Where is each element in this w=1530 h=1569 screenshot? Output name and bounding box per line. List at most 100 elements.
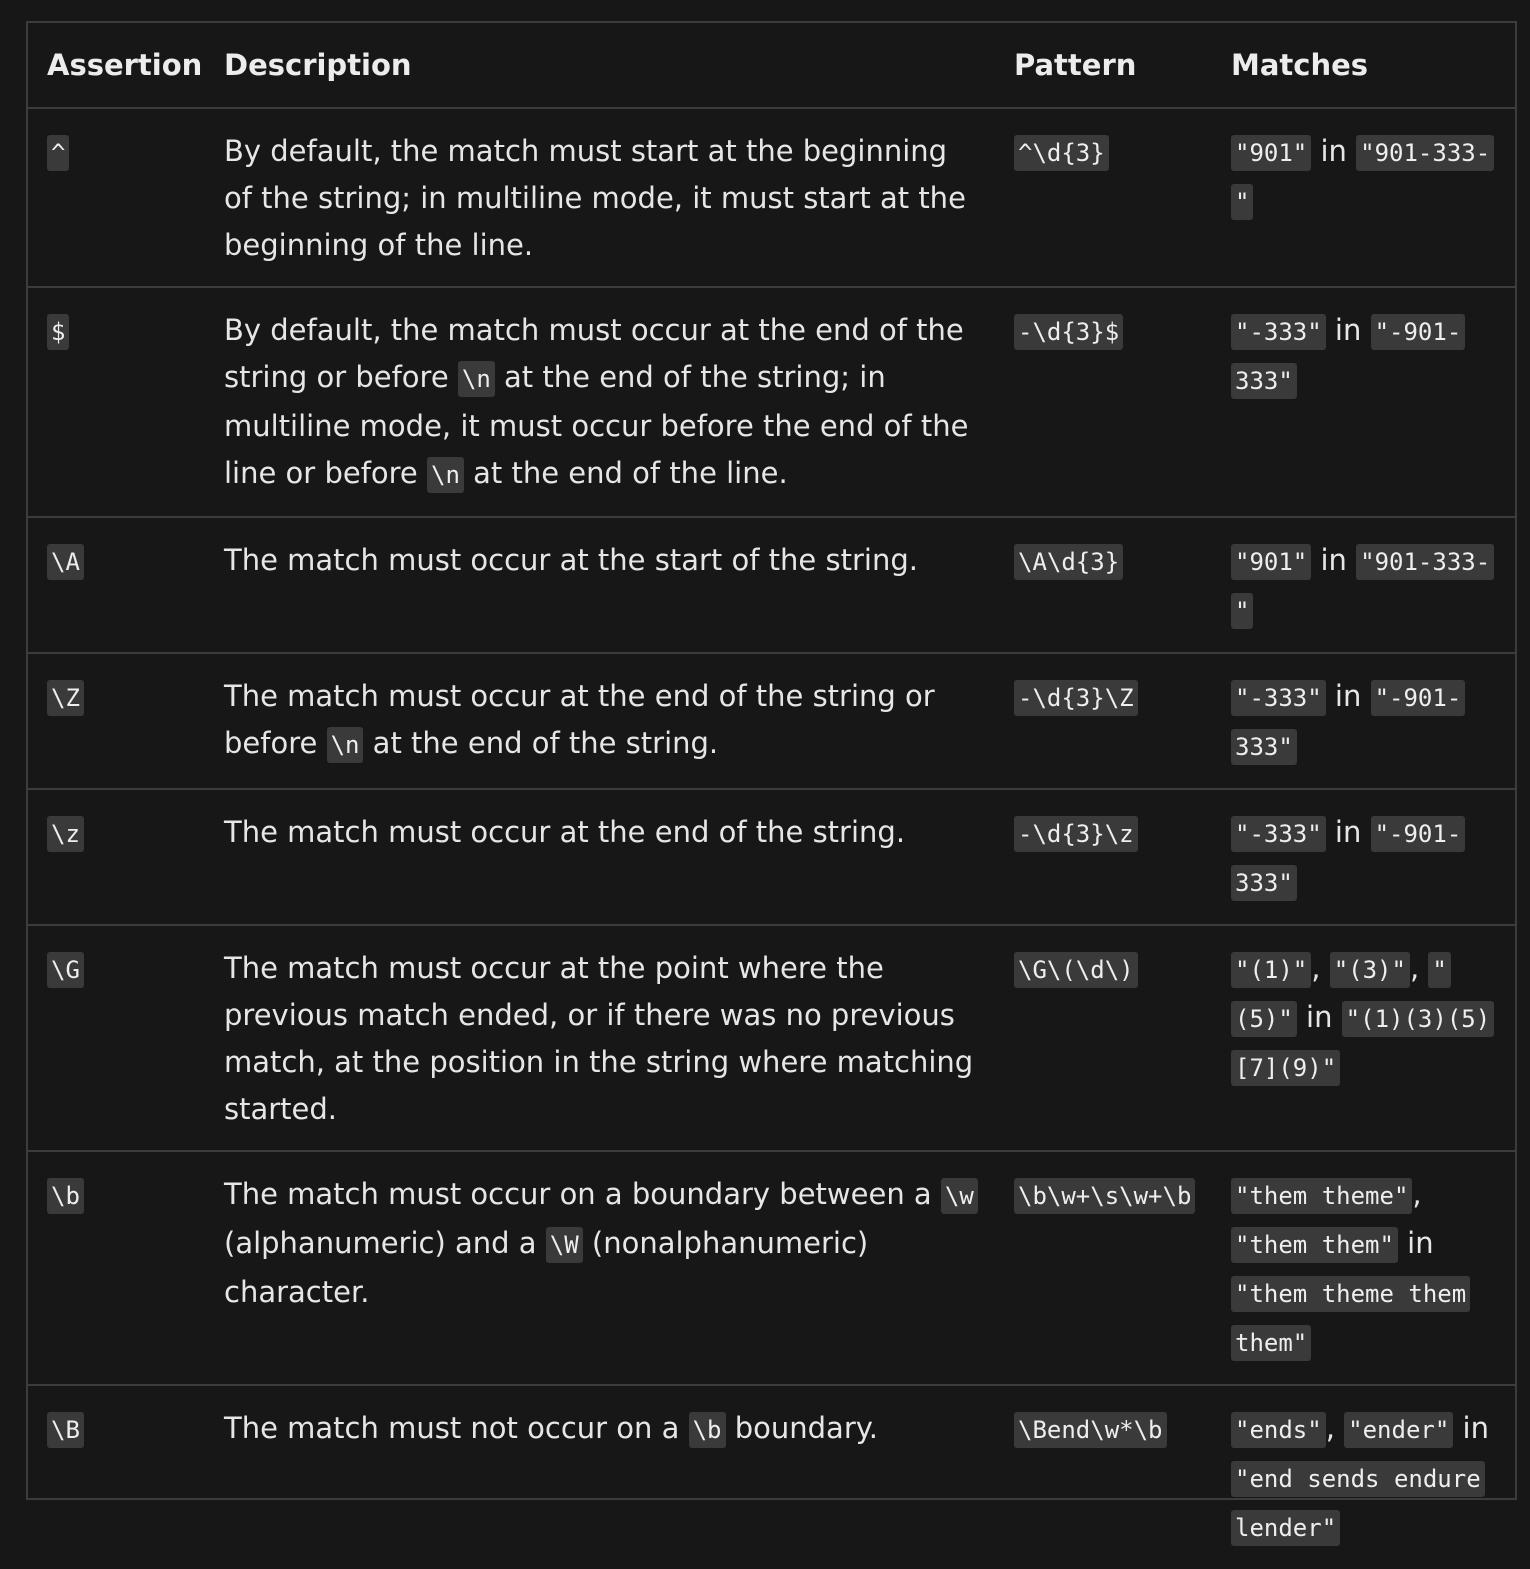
pattern-cell: \G\(\d\): [997, 925, 1221, 1152]
text-run: The match must occur on a boundary betwe…: [224, 1177, 941, 1211]
assertion-code: $: [47, 314, 70, 350]
text-run: in: [1325, 679, 1371, 713]
inline-code: "ender": [1344, 1412, 1454, 1448]
table-row: \b The match must occur on a boundary bet…: [28, 1151, 1515, 1386]
text-run: ,: [1409, 951, 1429, 985]
pattern-code: -\d{3}$: [1014, 314, 1124, 350]
matches-cell: "-333" in "-901-333": [1221, 287, 1515, 518]
pattern-code: \Bend\w*\b: [1014, 1412, 1167, 1448]
description-cell: The match must occur at the end of the s…: [203, 653, 997, 790]
pattern-code: \G\(\d\): [1014, 952, 1138, 988]
assertion-code: \G: [47, 952, 84, 988]
text-run: in: [1311, 134, 1357, 168]
pattern-cell: \A\d{3}: [997, 517, 1221, 654]
description-cell: The match must not occur on a \b boundar…: [203, 1385, 997, 1569]
text-run: The match must occur at the start of the…: [224, 543, 918, 577]
inline-code: "-333": [1231, 816, 1326, 852]
inline-code: "them theme": [1231, 1178, 1413, 1214]
assertion-cell: \b: [28, 1151, 203, 1386]
table-row: \z The match must occur at the end of the…: [28, 789, 1515, 926]
assertion-cell: \G: [28, 925, 203, 1152]
text-run: at the end of the string.: [363, 726, 719, 760]
header-pattern: Pattern: [997, 23, 1221, 109]
text-run: in: [1325, 815, 1371, 849]
matches-cell: "901" in "901-333-": [1221, 517, 1515, 654]
assertion-cell: \z: [28, 789, 203, 926]
inline-code: "901": [1231, 544, 1312, 580]
inline-code: "end sends endure lender": [1231, 1461, 1485, 1546]
inline-code: "ends": [1231, 1412, 1326, 1448]
header-description: Description: [203, 23, 997, 109]
inline-code: "-333": [1231, 680, 1326, 716]
inline-code: \b: [688, 1412, 726, 1448]
assertion-cell: $: [28, 287, 203, 518]
description-cell: The match must occur at the end of the s…: [203, 789, 997, 926]
pattern-cell: \Bend\w*\b: [997, 1385, 1221, 1569]
matches-cell: "ends", "ender" in "end sends endure len…: [1221, 1385, 1515, 1569]
text-run: ,: [1412, 1177, 1422, 1211]
assertion-cell: \A: [28, 517, 203, 654]
inline-code: "(3)": [1329, 952, 1410, 988]
assertion-code: \z: [47, 816, 84, 852]
assertion-cell: \B: [28, 1385, 203, 1569]
text-run: in: [1397, 1226, 1434, 1260]
matches-cell: "(1)", "(3)", "(5)" in "(1)(3)(5)[7](9)": [1221, 925, 1515, 1152]
description-cell: By default, the match must occur at the …: [203, 287, 997, 518]
inline-code: "901": [1231, 135, 1312, 171]
assertions-table: Assertion Description Pattern Matches ^ B…: [28, 23, 1515, 1569]
description-cell: The match must occur at the start of the…: [203, 517, 997, 654]
table-row: \G The match must occur at the point wher…: [28, 925, 1515, 1152]
text-run: in: [1325, 313, 1371, 347]
inline-code: \n: [457, 361, 495, 397]
table-row: \A The match must occur at the start of t…: [28, 517, 1515, 654]
text-run: The match must not occur on a: [224, 1411, 689, 1445]
matches-cell: "them theme", "them them" in "them theme…: [1221, 1151, 1515, 1386]
description-cell: The match must occur at the point where …: [203, 925, 997, 1152]
pattern-code: ^\d{3}: [1014, 135, 1109, 171]
inline-code: \w: [940, 1178, 978, 1214]
inline-code: "-333": [1231, 314, 1326, 350]
inline-code: \n: [326, 727, 364, 763]
matches-cell: "-333" in "-901-333": [1221, 789, 1515, 926]
pattern-cell: -\d{3}\z: [997, 789, 1221, 926]
table-row: ^ By default, the match must start at the…: [28, 108, 1515, 288]
pattern-cell: ^\d{3}: [997, 108, 1221, 288]
pattern-cell: -\d{3}\Z: [997, 653, 1221, 790]
inline-code: \W: [545, 1227, 583, 1263]
inline-code: \n: [427, 457, 464, 493]
text-run: boundary.: [725, 1411, 878, 1445]
matches-cell: "901" in "901-333-": [1221, 108, 1515, 288]
inline-code: "(1)": [1231, 952, 1312, 988]
text-run: (alphanumeric) and a: [224, 1226, 546, 1260]
description-cell: By default, the match must start at the …: [203, 108, 997, 288]
assertion-code: \A: [47, 544, 84, 580]
header-matches: Matches: [1221, 23, 1515, 109]
text-run: in: [1453, 1411, 1489, 1445]
text-run: in: [1311, 543, 1357, 577]
text-run: at the end of the line.: [463, 456, 788, 490]
inline-code: "them them": [1231, 1227, 1398, 1263]
assertion-code: \Z: [47, 680, 84, 716]
text-run: ,: [1311, 951, 1330, 985]
text-run: By default, the match must start at the …: [224, 134, 966, 262]
assertion-code: ^: [47, 135, 70, 171]
text-run: The match must occur at the point where …: [224, 951, 974, 1126]
table-row: $ By default, the match must occur at the…: [28, 287, 1515, 518]
header-assertion: Assertion: [28, 23, 203, 109]
assertion-cell: \Z: [28, 653, 203, 790]
assertions-table-container: Assertion Description Pattern Matches ^ B…: [26, 21, 1517, 1546]
table-row: \Z The match must occur at the end of the…: [28, 653, 1515, 790]
inline-code: "them theme them them": [1231, 1276, 1471, 1361]
table-header-row: Assertion Description Pattern Matches: [28, 23, 1515, 109]
assertion-code: \b: [47, 1178, 84, 1214]
pattern-code: -\d{3}\Z: [1014, 680, 1138, 716]
pattern-cell: \b\w+\s\w+\b: [997, 1151, 1221, 1386]
text-run: ,: [1325, 1411, 1345, 1445]
description-cell: The match must occur on a boundary betwe…: [203, 1151, 997, 1386]
assertion-cell: ^: [28, 108, 203, 288]
text-run: The match must occur at the end of the s…: [224, 815, 906, 849]
matches-cell: "-333" in "-901-333": [1221, 653, 1515, 790]
pattern-cell: -\d{3}$: [997, 287, 1221, 518]
assertion-code: \B: [47, 1412, 84, 1448]
table-row: \B The match must not occur on a \b bound…: [28, 1385, 1515, 1569]
